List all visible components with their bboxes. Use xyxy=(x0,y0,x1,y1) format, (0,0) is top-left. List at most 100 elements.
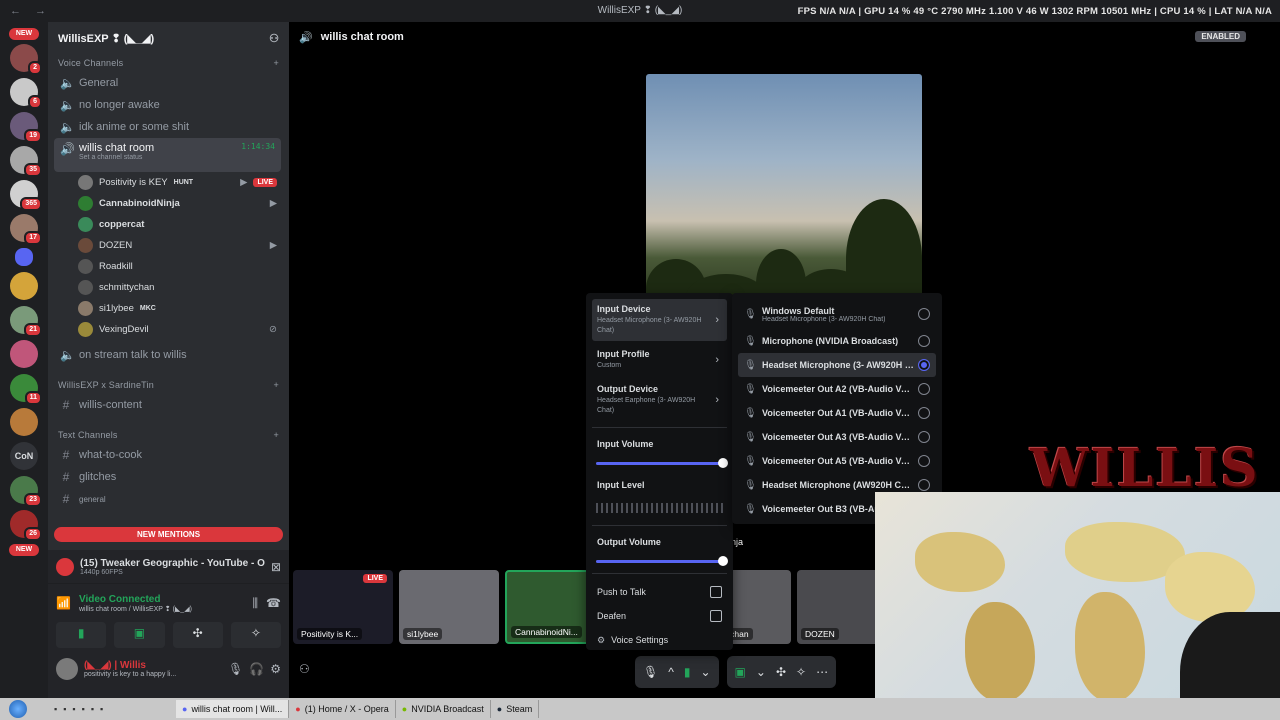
input-device-item[interactable]: Input Device Headset Microphone (3- AW92… xyxy=(592,299,727,341)
mic-icon[interactable]: 🎙 xyxy=(643,665,658,679)
device-option[interactable]: 🎙 Voicemeeter Out A2 (VB-Audio Voic... xyxy=(738,377,936,401)
channel-status-prompt[interactable]: Set a channel status xyxy=(79,154,275,161)
taskbar-item-steam[interactable]: ● Steam xyxy=(491,700,540,718)
new-unread-pill[interactable]: NEW xyxy=(9,28,39,40)
server-icon[interactable]: 6 xyxy=(10,78,42,109)
text-channel-what-to-cook[interactable]: # what-to-cook xyxy=(54,444,281,466)
device-option[interactable]: 🎙 Voicemeeter Out A1 (VB-Audio Voic... xyxy=(738,401,936,425)
app-icon[interactable]: ▪ xyxy=(82,704,85,714)
screen-share-button[interactable]: ▣ xyxy=(114,622,165,648)
activities-button[interactable]: ✣ xyxy=(172,622,223,648)
voice-settings-item[interactable]: ⚙ Voice Settings xyxy=(592,628,727,652)
server-icon-con[interactable]: CoN xyxy=(10,442,38,470)
participant-tile[interactable]: si1lybee xyxy=(399,570,499,644)
voice-user[interactable]: si1lybee MKC xyxy=(48,298,289,319)
taskbar-item-opera[interactable]: ● (1) Home / X - Opera xyxy=(289,700,396,718)
disconnect-icon[interactable]: ☎ xyxy=(266,596,281,610)
add-channel-icon[interactable]: + xyxy=(274,380,279,390)
focused-video-stream[interactable] xyxy=(646,74,922,319)
deafen-toggle[interactable]: Deafen xyxy=(592,604,727,628)
voice-category[interactable]: Voice Channels + xyxy=(48,54,289,72)
camera-button[interactable]: ▮ xyxy=(56,622,107,648)
device-option[interactable]: 🎙 Microphone (NVIDIA Broadcast) xyxy=(738,329,936,353)
radio-button[interactable] xyxy=(918,335,930,347)
now-playing[interactable]: (15) Tweaker Geographic - YouTube - Oper… xyxy=(48,550,289,584)
app-icon[interactable]: ▪ xyxy=(100,704,103,714)
server-icon[interactable]: 17 xyxy=(10,214,42,245)
headphones-icon[interactable]: 🎧 xyxy=(249,662,264,676)
radio-button[interactable] xyxy=(918,431,930,443)
radio-button[interactable] xyxy=(918,479,930,491)
voice-user[interactable]: Positivity is KEY HUNT ▶ LIVE xyxy=(48,172,289,193)
output-device-item[interactable]: Output Device Headset Earphone (3- AW920… xyxy=(592,379,727,421)
add-member-icon[interactable]: ⚇ xyxy=(269,32,279,45)
server-header[interactable]: WillisEXP ❢ (◣_◢) ⚇ xyxy=(48,22,289,54)
voice-channel-willis-chat-room[interactable]: 🔊 willis chat room 1:14:34 Set a channel… xyxy=(54,138,281,172)
new-mentions-pill[interactable]: NEW MENTIONS xyxy=(54,527,283,542)
voice-user[interactable]: VexingDevil ⊘ xyxy=(48,319,289,340)
app-icon[interactable]: ▪ xyxy=(91,704,94,714)
checkbox[interactable] xyxy=(710,610,722,622)
radio-button[interactable] xyxy=(918,383,930,395)
server-icon[interactable]: 26 xyxy=(10,510,42,541)
slider-handle[interactable] xyxy=(718,556,728,566)
app-icon[interactable]: ▪ xyxy=(54,704,57,714)
device-option[interactable]: 🎙 Voicemeeter Out A3 (VB-Audio Voic... xyxy=(738,425,936,449)
voice-channel-general[interactable]: 🔈 General xyxy=(54,72,281,94)
server-icon[interactable]: 23 xyxy=(10,476,42,507)
camera-icon[interactable]: ▮ xyxy=(684,665,691,679)
activities-icon[interactable]: ✣ xyxy=(776,665,786,679)
stop-stream-icon[interactable]: ⊠ xyxy=(271,560,281,574)
voice-channel-no-longer-awake[interactable]: 🔈 no longer awake xyxy=(54,94,281,116)
participant-tile[interactable]: LIVE Positivity is K... xyxy=(293,570,393,644)
server-icon[interactable]: 11 xyxy=(10,374,42,405)
server-icon[interactable] xyxy=(10,408,38,436)
text-channel-general[interactable]: # general xyxy=(54,488,281,510)
voice-user[interactable]: CannabinoidNinja ▶ xyxy=(48,193,289,214)
collab-category[interactable]: WillisEXP x SardineTin + xyxy=(48,376,289,394)
mic-icon[interactable]: 🎙 xyxy=(228,662,243,676)
voice-channel-on-stream[interactable]: 🔈 on stream talk to willis xyxy=(54,344,281,366)
voice-user[interactable]: Roadkill xyxy=(48,256,289,277)
server-icon[interactable]: 35 xyxy=(10,146,42,177)
device-option[interactable]: 🎙 Windows Default Headset Microphone (3- A… xyxy=(738,299,936,329)
invite-icon[interactable]: ⚇ xyxy=(299,662,310,676)
push-to-talk-toggle[interactable]: Push to Talk xyxy=(592,580,727,604)
new-unread-pill[interactable]: NEW xyxy=(9,544,39,556)
taskbar-item-discord[interactable]: ● willis chat room | Will... xyxy=(176,700,290,718)
add-channel-icon[interactable]: + xyxy=(274,430,279,440)
voice-user[interactable]: DOZEN ▶ xyxy=(48,235,289,256)
settings-gear-icon[interactable]: ⚙ xyxy=(270,662,281,676)
text-category[interactable]: Text Channels + xyxy=(48,426,289,444)
chevron-up-icon[interactable]: ^ xyxy=(668,665,674,679)
server-icon[interactable]: 365 xyxy=(10,180,42,211)
avatar[interactable] xyxy=(56,658,78,680)
more-icon[interactable]: ⋯ xyxy=(816,665,828,679)
connection-title[interactable]: Video Connected xyxy=(79,594,245,605)
taskbar-item-nvidia[interactable]: ● NVIDIA Broadcast xyxy=(396,700,491,718)
voice-user[interactable]: coppercat xyxy=(48,214,289,235)
folder-icon[interactable] xyxy=(15,248,33,266)
server-icon[interactable]: 21 xyxy=(10,306,42,337)
voice-channel-idk-anime[interactable]: 🔈 idk anime or some shit xyxy=(54,116,281,138)
slider-handle[interactable] xyxy=(718,458,728,468)
device-option[interactable]: 🎙 Voicemeeter Out A5 (VB-Audio Voic... xyxy=(738,449,936,473)
start-button[interactable] xyxy=(0,698,36,720)
device-option-selected[interactable]: 🎙 Headset Microphone (3- AW920H C... xyxy=(738,353,936,377)
output-volume-slider[interactable] xyxy=(596,556,728,566)
input-profile-item[interactable]: Input Profile Custom › xyxy=(592,344,727,376)
radio-button[interactable] xyxy=(918,455,930,467)
app-icon[interactable]: ▪ xyxy=(63,704,66,714)
server-icon[interactable] xyxy=(10,340,38,368)
soundboard-icon[interactable]: ✧ xyxy=(796,665,806,679)
server-icon[interactable]: 19 xyxy=(10,112,42,143)
checkbox[interactable] xyxy=(710,586,722,598)
noise-suppression-icon[interactable]: ⫼ xyxy=(253,596,259,611)
radio-button[interactable] xyxy=(918,308,930,320)
server-icon[interactable] xyxy=(10,272,38,300)
input-volume-slider[interactable] xyxy=(596,458,728,468)
text-channel-glitches[interactable]: # glitches xyxy=(54,466,281,488)
chevron-down-icon[interactable]: ⌄ xyxy=(700,665,710,679)
add-channel-icon[interactable]: + xyxy=(274,58,279,68)
chevron-down-icon[interactable]: ⌄ xyxy=(756,665,766,679)
